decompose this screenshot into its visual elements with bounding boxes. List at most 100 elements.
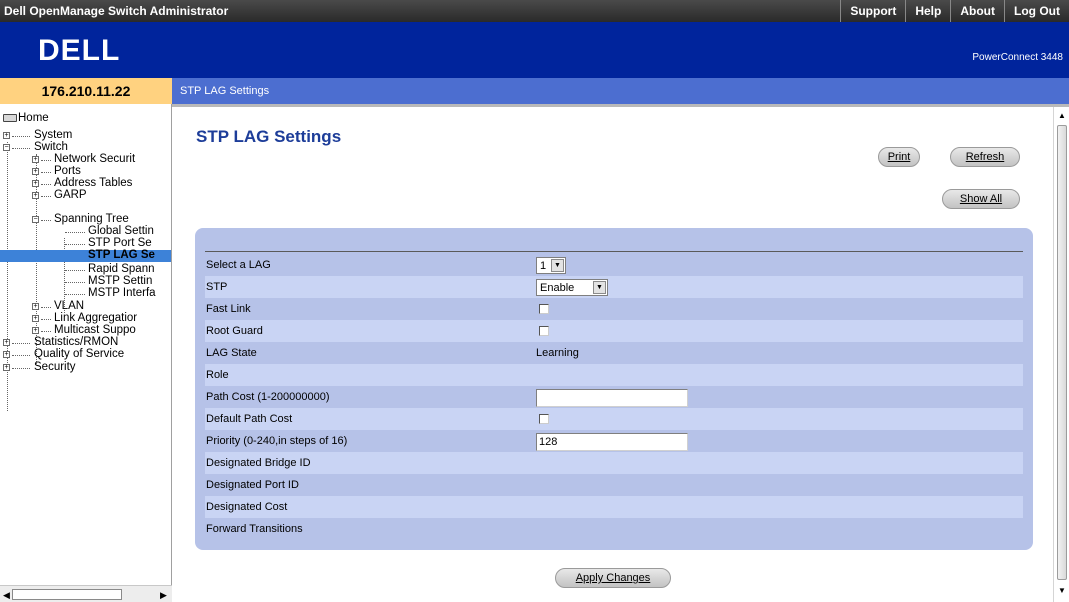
switch-ip-address: 176.210.11.22 [0,78,172,104]
nav-horizontal-scrollbar[interactable]: ◀ ▶ [0,585,172,602]
default-path-cost-label: Default Path Cost [206,413,293,425]
panel-divider [205,251,1023,252]
root-guard-label: Root Guard [206,325,263,337]
scroll-left-icon[interactable]: ◀ [3,590,10,601]
tree-item-link-aggregation[interactable]: + Link Aggregatior [0,312,171,324]
top-links: Support Help About Log Out [840,0,1069,22]
show-all-button[interactable]: Show All [942,189,1020,209]
lag-state-value: Learning [536,347,579,359]
lag-select[interactable]: 1 ▼ [536,257,566,274]
scroll-down-icon[interactable]: ▼ [1055,584,1069,598]
path-cost-input[interactable] [536,389,688,407]
row-priority: Priority (0-240,in steps of 16) [205,430,1023,452]
priority-label: Priority (0-240,in steps of 16) [206,435,348,447]
row-path-cost: Path Cost (1-200000000) [205,386,1023,408]
root-guard-checkbox[interactable] [539,326,549,336]
scroll-up-icon[interactable]: ▲ [1055,109,1069,123]
expand-icon[interactable]: + [3,132,10,139]
app-title: Dell OpenManage Switch Administrator [4,4,229,18]
scrollbar-thumb[interactable] [12,589,122,600]
tree-item-label: Rapid Spann [88,263,155,275]
forward-transitions-label: Forward Transitions [206,523,303,535]
chevron-down-icon[interactable]: ▼ [593,281,606,294]
page-title: STP LAG Settings [196,127,342,146]
tree-item-mstp-interface[interactable]: MSTP Interfa [0,287,171,299]
print-button[interactable]: Print [878,147,920,167]
tree-item-label: Security [34,361,76,373]
about-link[interactable]: About [950,0,1004,22]
expand-icon[interactable]: + [32,192,39,199]
row-stp: STP Enable ▼ [205,276,1023,298]
expand-icon[interactable]: + [32,327,39,334]
tree-item-label: Multicast Suppo [54,324,136,336]
tree-item-quality-of-service[interactable]: + Quality of Service [0,348,171,360]
row-designated-port-id: Designated Port ID [205,474,1023,496]
tree-item-vlan[interactable]: + VLAN [0,300,171,312]
default-path-cost-checkbox[interactable] [539,414,549,424]
dell-logo: DELL [38,34,119,64]
stp-label: STP [206,281,228,293]
tree-item-label: Switch [34,141,68,153]
main-vertical-scrollbar[interactable]: ▲ ▼ [1053,107,1069,602]
refresh-button[interactable]: Refresh [950,147,1020,167]
tree-item-label: Global Settin [88,225,154,237]
lag-select-value: 1 [540,260,547,272]
row-default-path-cost: Default Path Cost [205,408,1023,430]
designated-port-id-label: Designated Port ID [206,479,299,491]
tree-item-statistics-rmon[interactable]: + Statistics/RMON [0,336,171,348]
expand-icon[interactable]: + [32,156,39,163]
tree-item-stp-lag-settings[interactable]: STP LAG Se [0,249,171,262]
scroll-right-icon[interactable]: ▶ [160,590,167,601]
collapse-icon[interactable]: − [32,216,39,223]
tree-item-label: Address Tables [54,177,133,189]
path-cost-label: Path Cost (1-200000000) [206,391,330,403]
tree-item-label: Ports [54,165,81,177]
select-lag-label: Select a LAG [206,259,271,271]
tree-item-label: VLAN [54,300,85,312]
tree-item-label: Spanning Tree [54,213,129,225]
tree-item-address-tables[interactable]: + Address Tables [0,177,171,189]
tree-item-garp[interactable]: + GARP [0,189,171,201]
tree-item-multicast-support[interactable]: + Multicast Suppo [0,324,171,336]
expand-icon[interactable]: + [32,168,39,175]
tree-item-system[interactable]: + System [0,129,171,141]
expand-icon[interactable]: + [3,351,10,358]
title-bar: Dell OpenManage Switch Administrator Sup… [0,0,1069,22]
scrollbar-thumb[interactable] [1057,125,1067,580]
expand-icon[interactable]: + [32,315,39,322]
tree-item-label: Network Securit [54,153,136,165]
chevron-down-icon[interactable]: ▼ [551,259,564,272]
apply-changes-button[interactable]: Apply Changes [555,568,671,588]
main-content: STP LAG Settings Print Refresh Show All … [172,107,1053,602]
stp-select[interactable]: Enable ▼ [536,279,608,296]
expand-icon[interactable]: + [3,339,10,346]
tree-item-stp-port-settings[interactable]: STP Port Se [0,237,171,249]
tree-item-switch[interactable]: − Switch [0,141,171,153]
expand-icon[interactable]: + [32,180,39,187]
fast-link-checkbox[interactable] [539,304,549,314]
tree-item-mstp-settings[interactable]: MSTP Settin [0,275,171,287]
help-link[interactable]: Help [905,0,950,22]
row-select-lag: Select a LAG 1 ▼ [205,254,1023,276]
expand-icon[interactable]: + [3,364,10,371]
breadcrumb: STP LAG Settings [172,78,1069,104]
collapse-icon[interactable]: − [3,144,10,151]
expand-icon[interactable]: + [32,303,39,310]
tree-item-label: MSTP Settin [88,275,153,287]
tree-item-spanning-tree[interactable]: − Spanning Tree [0,213,171,225]
support-link[interactable]: Support [840,0,905,22]
tree-item-network-security[interactable]: + Network Securit [0,153,171,165]
row-designated-bridge-id: Designated Bridge ID [205,452,1023,474]
tree-item-ports[interactable]: + Ports [0,165,171,177]
stp-select-value: Enable [540,282,575,294]
tree-item-label: System [34,129,73,141]
logout-link[interactable]: Log Out [1004,0,1069,22]
tree-item-rapid-spanning-tree[interactable]: Rapid Spann [0,263,171,275]
lag-state-label: LAG State [206,347,257,359]
tree-item-security[interactable]: + Security [0,361,171,373]
row-fast-link: Fast Link [205,298,1023,320]
tree-item-global-settings[interactable]: Global Settin [0,225,171,237]
tree-item-label: STP Port Se [88,237,152,249]
tree-home[interactable]: Home [0,112,171,124]
priority-input[interactable] [536,433,688,451]
